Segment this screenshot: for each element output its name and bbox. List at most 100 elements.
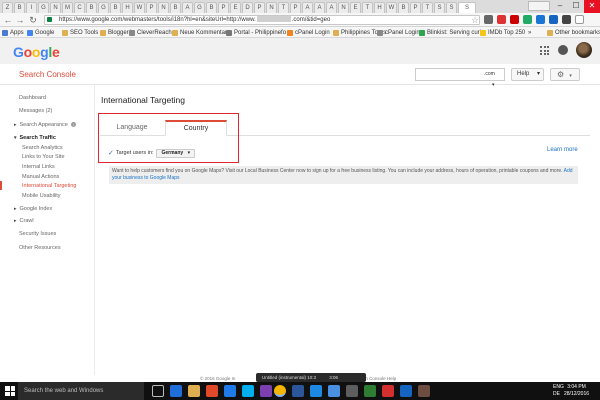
extension-icon[interactable] — [484, 15, 493, 24]
task-view-icon[interactable] — [152, 385, 164, 397]
browser-tab[interactable]: N — [158, 2, 169, 13]
bookmark-item[interactable]: CleverReach — [129, 27, 172, 38]
app-icon[interactable] — [418, 385, 430, 397]
browser-tab[interactable]: P — [146, 2, 157, 13]
bookmark-item[interactable]: Blinkist: Serving curi — [419, 27, 481, 38]
sidebar-item-search-analytics[interactable]: Search Analytics — [22, 145, 63, 151]
extension-icon[interactable] — [497, 15, 506, 24]
bookmark-item[interactable]: Portal - Philippinefo — [226, 27, 286, 38]
app-icon[interactable] — [346, 385, 358, 397]
forward-icon[interactable]: → — [15, 15, 25, 25]
browser-tab[interactable]: P — [410, 2, 421, 13]
browser-tab[interactable]: P — [290, 2, 301, 13]
browser-tab[interactable]: P — [254, 2, 265, 13]
browser-tab[interactable]: B — [110, 2, 121, 13]
browser-tab[interactable]: H — [374, 2, 385, 13]
extension-icon[interactable] — [510, 15, 519, 24]
media-player-bar[interactable]: Untitled (instrumental) 10:3 3:06 — [256, 373, 366, 382]
browser-tab[interactable]: B — [206, 2, 217, 13]
app-icon[interactable] — [206, 385, 218, 397]
browser-tab[interactable]: A — [182, 2, 193, 13]
learn-more-link[interactable]: Learn more — [547, 147, 578, 153]
sidebar-item-other-resources[interactable]: Other Resources — [19, 245, 61, 251]
avatar[interactable] — [576, 42, 592, 58]
sidebar-item-security-issues[interactable]: Security Issues — [19, 231, 56, 237]
reload-icon[interactable]: ↻ — [28, 15, 38, 25]
browser-tab[interactable]: T — [422, 2, 433, 13]
taskbar-search[interactable]: Search the web and Windows — [18, 382, 144, 400]
notifications-icon[interactable] — [558, 45, 568, 55]
sidebar-item-links-to-site[interactable]: Links to Your Site — [22, 154, 65, 160]
input-language[interactable]: ENG DE — [553, 384, 564, 398]
browser-tab[interactable]: N — [338, 2, 349, 13]
close-window-button[interactable]: ✕ — [584, 0, 600, 13]
info-icon[interactable]: i — [70, 122, 76, 128]
browser-tab[interactable]: T — [278, 2, 289, 13]
address-bar[interactable]: https://www.google.com/webmasters/tools/… — [44, 15, 480, 25]
browser-tab[interactable]: G — [38, 2, 49, 13]
edge-icon[interactable] — [170, 385, 182, 397]
word-icon[interactable] — [292, 385, 304, 397]
maximize-button[interactable]: ☐ — [568, 0, 584, 13]
browser-tab[interactable]: B — [170, 2, 181, 13]
browser-tab[interactable]: B — [14, 2, 25, 13]
product-title[interactable]: Search Console — [19, 70, 76, 79]
property-selector[interactable]: .com ▾ — [415, 68, 505, 88]
browser-tab[interactable]: S — [446, 2, 457, 13]
browser-tab[interactable]: P — [218, 2, 229, 13]
sidebar-item-messages[interactable]: Messages (2) — [19, 108, 52, 114]
browser-tab[interactable]: H — [122, 2, 133, 13]
bookmark-item[interactable]: IMDb Top 250 — [480, 27, 525, 38]
browser-tab[interactable]: D — [242, 2, 253, 13]
bookmark-item[interactable]: cPanel Login — [377, 27, 420, 38]
skype-icon[interactable] — [242, 385, 254, 397]
app-icon[interactable] — [382, 385, 394, 397]
extension-icon[interactable] — [536, 15, 545, 24]
browser-tab[interactable]: B — [398, 2, 409, 13]
sidebar-item-search-appearance[interactable]: ▸ Search Appearance i — [14, 122, 76, 128]
taskbar-clock[interactable]: 3:04 PM 28/12/2016 — [564, 384, 589, 398]
app-icon[interactable] — [328, 385, 340, 397]
chrome-icon[interactable] — [274, 385, 286, 397]
browser-tab[interactable]: N — [266, 2, 277, 13]
browser-tab[interactable]: E — [230, 2, 241, 13]
sidebar-item-manual-actions[interactable]: Manual Actions — [22, 174, 59, 180]
browser-tab[interactable]: A — [326, 2, 337, 13]
browser-tab[interactable]: A — [314, 2, 325, 13]
bookmark-item[interactable]: Neue Kommentare — [172, 27, 230, 38]
other-bookmarks[interactable]: Other bookmarks — [547, 27, 600, 38]
sidebar-item-search-traffic[interactable]: ▾ Search Traffic — [14, 135, 56, 141]
bookmark-item[interactable]: cPanel Login — [287, 27, 330, 38]
browser-tab[interactable]: W — [386, 2, 397, 13]
store-icon[interactable] — [224, 385, 236, 397]
profile-chip[interactable] — [528, 1, 550, 11]
sidebar-item-dashboard[interactable]: Dashboard — [19, 95, 46, 101]
help-button[interactable]: Help ▾ — [511, 68, 544, 81]
file-explorer-icon[interactable] — [188, 385, 200, 397]
browser-tab[interactable]: W — [134, 2, 145, 13]
browser-tab[interactable]: N — [50, 2, 61, 13]
minimize-button[interactable]: – — [552, 0, 568, 13]
extension-icon[interactable] — [549, 15, 558, 24]
menu-icon[interactable] — [575, 15, 584, 24]
apps-grid-icon[interactable] — [540, 46, 549, 55]
bookmark-star-icon[interactable]: ☆ — [470, 15, 480, 25]
browser-tab[interactable]: Z — [2, 2, 13, 13]
bookmark-apps[interactable]: Apps — [2, 27, 24, 38]
app-icon[interactable] — [260, 385, 272, 397]
back-icon[interactable]: ← — [3, 15, 13, 25]
browser-tab[interactable]: B — [86, 2, 97, 13]
google-logo[interactable]: Google — [13, 44, 60, 60]
bookmark-item[interactable]: SEO Tools — [62, 27, 98, 38]
bookmark-item[interactable]: Google — [27, 27, 54, 38]
sidebar-item-crawl[interactable]: ▸ Crawl — [14, 218, 34, 224]
app-icon[interactable] — [400, 385, 412, 397]
browser-tab[interactable]: S — [434, 2, 445, 13]
browser-tab[interactable]: C — [74, 2, 85, 13]
browser-tab[interactable]: M — [62, 2, 73, 13]
browser-tab[interactable]: G — [98, 2, 109, 13]
windows-start-icon[interactable] — [5, 386, 15, 396]
browser-tab[interactable]: I — [26, 2, 37, 13]
browser-tab[interactable]: E — [350, 2, 361, 13]
browser-tab[interactable]: A — [302, 2, 313, 13]
